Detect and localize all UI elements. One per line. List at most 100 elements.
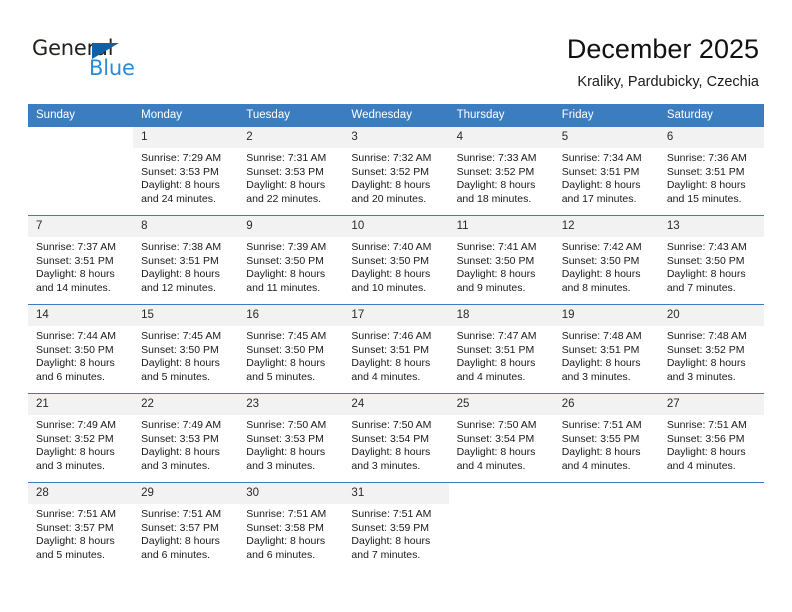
calendar-day-cell[interactable]: 18 Sunrise: 7:47 AM Sunset: 3:51 PM Dayligh… [448, 304, 554, 394]
calendar-day-cell[interactable]: 17 Sunrise: 7:46 AM Sunset: 3:51 PM Dayligh… [343, 304, 449, 394]
sunset-time: Sunset: 3:50 PM [351, 254, 430, 267]
day-number: 29 [133, 483, 239, 504]
day-details: Sunrise: 7:45 AM Sunset: 3:50 PM Daylight:… [238, 326, 343, 384]
calendar-day-cell-empty [553, 482, 659, 571]
day-number: 20 [658, 305, 764, 326]
calendar-day-cell[interactable]: 27 Sunrise: 7:51 AM Sunset: 3:56 PM Dayligh… [658, 393, 764, 483]
day-details: Sunrise: 7:42 AM Sunset: 3:50 PM Daylight:… [554, 237, 659, 295]
sunset-time: Sunset: 3:56 PM [666, 432, 745, 445]
daylight-duration-line2: and 4 minutes. [666, 459, 736, 472]
sunset-time: Sunset: 3:57 PM [36, 521, 114, 534]
day-details: Sunrise: 7:48 AM Sunset: 3:52 PM Daylight:… [659, 326, 764, 384]
sunset-time: Sunset: 3:51 PM [351, 343, 430, 356]
sunrise-time: Sunrise: 7:51 AM [246, 508, 327, 520]
daylight-duration-line2: and 5 minutes. [141, 370, 211, 383]
sunrise-time: Sunrise: 7:45 AM [141, 330, 222, 342]
calendar-day-cell[interactable]: 16 Sunrise: 7:45 AM Sunset: 3:50 PM Dayligh… [238, 304, 344, 394]
day-details: Sunrise: 7:37 AM Sunset: 3:51 PM Daylight:… [28, 237, 133, 295]
sunrise-time: Sunrise: 7:40 AM [351, 241, 432, 253]
calendar-day-cell[interactable]: 20 Sunrise: 7:48 AM Sunset: 3:52 PM Dayligh… [658, 304, 764, 394]
calendar-day-cell[interactable]: 31 Sunrise: 7:51 AM Sunset: 3:59 PM Dayligh… [343, 482, 449, 571]
day-details: Sunrise: 7:45 AM Sunset: 3:50 PM Daylight:… [133, 326, 238, 384]
day-details: Sunrise: 7:32 AM Sunset: 3:52 PM Daylight:… [343, 148, 448, 206]
sunset-time: Sunset: 3:50 PM [36, 343, 114, 356]
calendar-day-cell[interactable]: 7 Sunrise: 7:37 AM Sunset: 3:51 PM Daylight… [28, 215, 134, 305]
sunrise-time: Sunrise: 7:33 AM [456, 152, 537, 164]
calendar-day-cell[interactable]: 25 Sunrise: 7:50 AM Sunset: 3:54 PM Dayligh… [448, 393, 554, 483]
calendar-week-row: 7 Sunrise: 7:37 AM Sunset: 3:51 PM Daylight… [28, 215, 764, 305]
calendar-day-cell[interactable]: 28 Sunrise: 7:51 AM Sunset: 3:57 PM Dayligh… [28, 482, 134, 571]
day-number: 6 [658, 127, 764, 148]
calendar-day-cell[interactable]: 3 Sunrise: 7:32 AM Sunset: 3:52 PM Daylight… [343, 126, 449, 216]
daylight-duration-line1: Daylight: 8 hours [561, 268, 641, 281]
daylight-duration-line1: Daylight: 8 hours [456, 268, 536, 281]
daylight-duration-line1: Daylight: 8 hours [456, 446, 536, 459]
daylight-duration-line2: and 10 minutes. [351, 281, 427, 294]
day-details: Sunrise: 7:51 AM Sunset: 3:59 PM Daylight:… [343, 504, 448, 562]
sunset-time: Sunset: 3:51 PM [141, 254, 219, 267]
daylight-duration-line2: and 24 minutes. [141, 192, 216, 205]
day-number: 21 [28, 394, 134, 415]
calendar-day-cell[interactable]: 5 Sunrise: 7:34 AM Sunset: 3:51 PM Daylight… [553, 126, 659, 216]
sunset-time: Sunset: 3:58 PM [246, 521, 324, 534]
daylight-duration-line1: Daylight: 8 hours [351, 179, 431, 192]
calendar-day-cell[interactable]: 1 Sunrise: 7:29 AM Sunset: 3:53 PM Daylight… [133, 126, 239, 216]
sunrise-time: Sunrise: 7:42 AM [561, 241, 642, 253]
sunrise-time: Sunrise: 7:48 AM [666, 330, 747, 342]
calendar-day-cell[interactable]: 30 Sunrise: 7:51 AM Sunset: 3:58 PM Dayligh… [238, 482, 344, 571]
calendar-day-cell[interactable]: 19 Sunrise: 7:48 AM Sunset: 3:51 PM Dayligh… [553, 304, 659, 394]
sunset-time: Sunset: 3:50 PM [246, 254, 324, 267]
sunrise-time: Sunrise: 7:45 AM [246, 330, 327, 342]
day-details: Sunrise: 7:43 AM Sunset: 3:50 PM Daylight:… [659, 237, 764, 295]
calendar-day-cell[interactable]: 15 Sunrise: 7:45 AM Sunset: 3:50 PM Dayligh… [133, 304, 239, 394]
daylight-duration-line1: Daylight: 8 hours [36, 446, 115, 459]
sunrise-time: Sunrise: 7:50 AM [456, 419, 537, 431]
day-number: 24 [343, 394, 449, 415]
calendar-day-cell[interactable]: 13 Sunrise: 7:43 AM Sunset: 3:50 PM Dayligh… [658, 215, 764, 305]
calendar-day-cell[interactable]: 6 Sunrise: 7:36 AM Sunset: 3:51 PM Daylight… [658, 126, 764, 216]
daylight-duration-line1: Daylight: 8 hours [141, 357, 220, 370]
calendar-day-cell[interactable]: 22 Sunrise: 7:49 AM Sunset: 3:53 PM Dayligh… [133, 393, 239, 483]
sunrise-time: Sunrise: 7:51 AM [561, 419, 642, 431]
calendar-day-cell[interactable]: 14 Sunrise: 7:44 AM Sunset: 3:50 PM Dayligh… [28, 304, 134, 394]
calendar-day-cell[interactable]: 12 Sunrise: 7:42 AM Sunset: 3:50 PM Dayligh… [553, 215, 659, 305]
day-number: 2 [238, 127, 344, 148]
daylight-duration-line2: and 6 minutes. [246, 548, 316, 561]
sunrise-time: Sunrise: 7:46 AM [351, 330, 432, 342]
weekday-header-friday: Friday [553, 104, 659, 127]
weekday-header-wednesday: Wednesday [343, 104, 449, 127]
day-details: Sunrise: 7:47 AM Sunset: 3:51 PM Daylight:… [449, 326, 554, 384]
sunset-time: Sunset: 3:57 PM [141, 521, 219, 534]
daylight-duration-line1: Daylight: 8 hours [141, 179, 220, 192]
calendar-week-row: 14 Sunrise: 7:44 AM Sunset: 3:50 PM Dayligh… [28, 304, 764, 394]
calendar-day-cell[interactable]: 29 Sunrise: 7:51 AM Sunset: 3:57 PM Dayligh… [133, 482, 239, 571]
sunrise-time: Sunrise: 7:50 AM [246, 419, 327, 431]
calendar-day-cell[interactable]: 10 Sunrise: 7:40 AM Sunset: 3:50 PM Dayligh… [343, 215, 449, 305]
daylight-duration-line1: Daylight: 8 hours [246, 268, 326, 281]
sunrise-time: Sunrise: 7:32 AM [351, 152, 432, 164]
calendar-day-cell[interactable]: 21 Sunrise: 7:49 AM Sunset: 3:52 PM Dayligh… [28, 393, 134, 483]
day-details: Sunrise: 7:51 AM Sunset: 3:55 PM Daylight:… [554, 415, 659, 473]
daylight-duration-line2: and 11 minutes. [246, 281, 321, 294]
calendar-day-cell[interactable]: 8 Sunrise: 7:38 AM Sunset: 3:51 PM Daylight… [133, 215, 239, 305]
day-number [28, 127, 134, 148]
calendar-day-cell[interactable]: 9 Sunrise: 7:39 AM Sunset: 3:50 PM Daylight… [238, 215, 344, 305]
calendar-day-cell[interactable]: 24 Sunrise: 7:50 AM Sunset: 3:54 PM Dayligh… [343, 393, 449, 483]
day-details: Sunrise: 7:39 AM Sunset: 3:50 PM Daylight:… [238, 237, 343, 295]
calendar-day-cell[interactable]: 4 Sunrise: 7:33 AM Sunset: 3:52 PM Daylight… [448, 126, 554, 216]
calendar-day-cell[interactable]: 11 Sunrise: 7:41 AM Sunset: 3:50 PM Dayligh… [448, 215, 554, 305]
weekday-header-sunday: Sunday [28, 104, 134, 127]
daylight-duration-line2: and 4 minutes. [351, 370, 421, 383]
calendar-day-cell[interactable]: 2 Sunrise: 7:31 AM Sunset: 3:53 PM Daylight… [238, 126, 344, 216]
day-number: 5 [553, 127, 659, 148]
calendar-day-cell[interactable]: 23 Sunrise: 7:50 AM Sunset: 3:53 PM Dayligh… [238, 393, 344, 483]
sunset-time: Sunset: 3:51 PM [561, 343, 640, 356]
calendar-day-cell[interactable]: 26 Sunrise: 7:51 AM Sunset: 3:55 PM Dayligh… [553, 393, 659, 483]
day-number [448, 483, 554, 504]
day-details: Sunrise: 7:49 AM Sunset: 3:52 PM Daylight:… [28, 415, 133, 473]
daylight-duration-line1: Daylight: 8 hours [561, 179, 641, 192]
day-details: Sunrise: 7:44 AM Sunset: 3:50 PM Daylight:… [28, 326, 133, 384]
daylight-duration-line1: Daylight: 8 hours [141, 446, 220, 459]
weekday-header-monday: Monday [133, 104, 239, 127]
day-details: Sunrise: 7:31 AM Sunset: 3:53 PM Daylight:… [238, 148, 343, 206]
